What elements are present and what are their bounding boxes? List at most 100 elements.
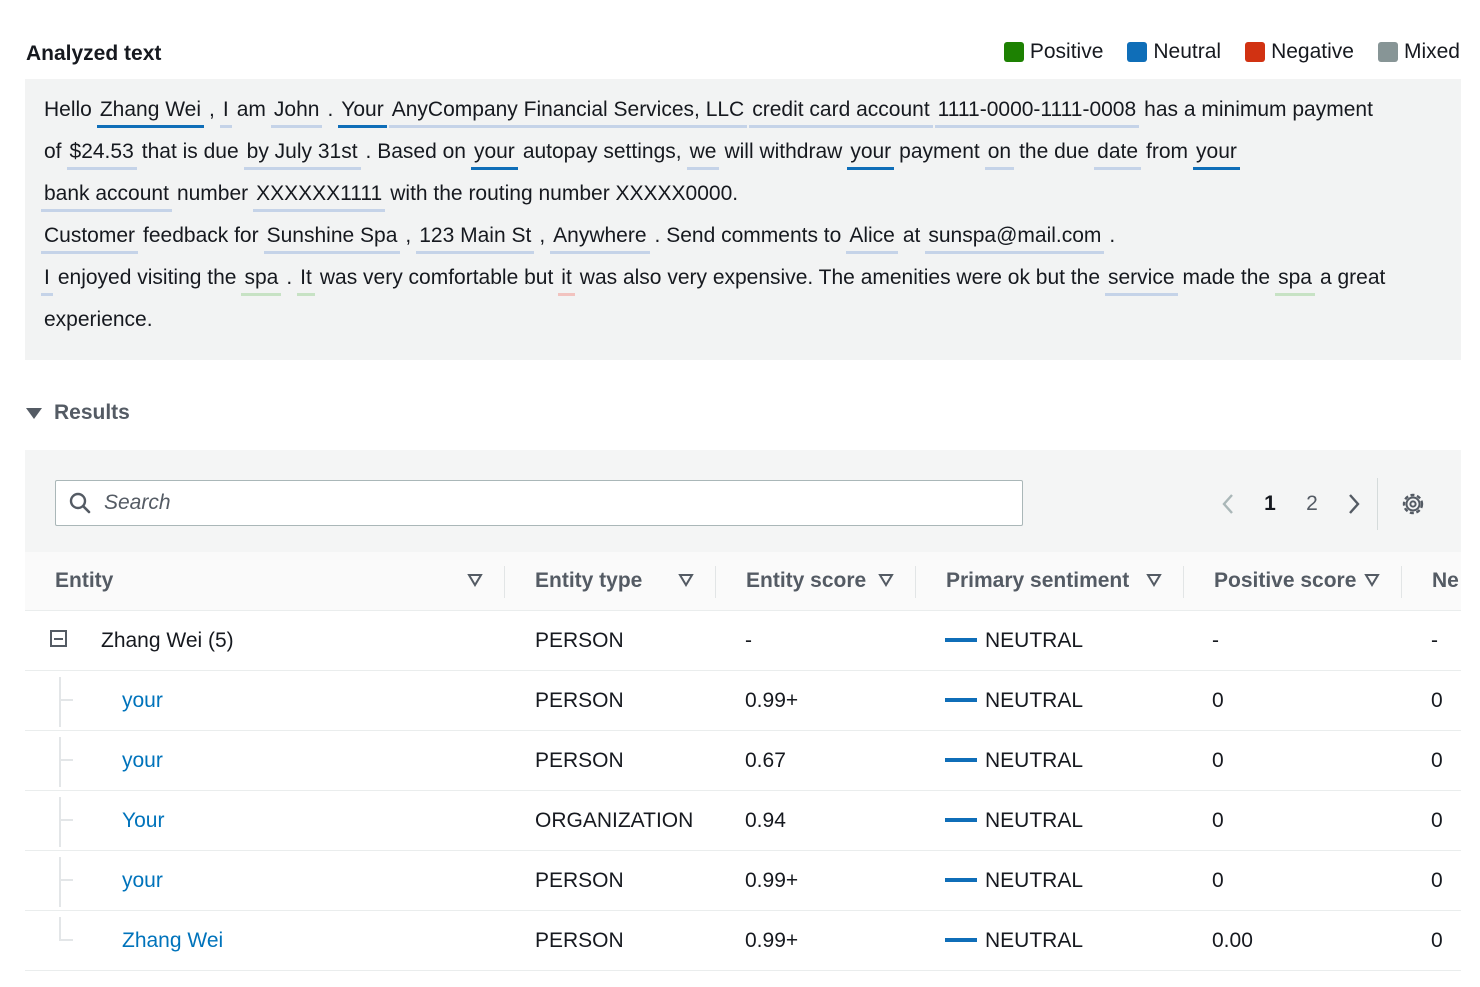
entity-score-cell: 0.99+	[745, 869, 799, 892]
column-divider[interactable]	[915, 566, 916, 598]
table-row-group[interactable]: Zhang Wei (5) PERSON - NEUTRAL - -	[25, 611, 1461, 671]
entity-link[interactable]: your	[122, 851, 163, 910]
positive-score-cell: 0	[1212, 749, 1224, 772]
entity-score-cell: 0.67	[745, 749, 786, 772]
text-span: payment	[899, 140, 980, 163]
entity-highlight[interactable]: John	[270, 95, 323, 128]
entity-highlight[interactable]: 1111-0000-1111-0008	[934, 95, 1140, 128]
column-header-negative-score[interactable]: Ne	[1432, 552, 1459, 610]
table-row[interactable]: your PERSON 0.67 NEUTRAL 0 0	[25, 731, 1461, 791]
search-box[interactable]	[55, 480, 1023, 526]
preferences-button[interactable]	[1393, 484, 1433, 524]
entity-highlight[interactable]: It	[297, 263, 315, 296]
legend-neutral-label: Neutral	[1153, 40, 1222, 63]
tree-line	[59, 939, 73, 941]
entity-highlight[interactable]: credit card account	[749, 95, 933, 128]
column-divider[interactable]	[504, 566, 505, 598]
sentiment-legend: Positive Neutral Negative Mixed	[980, 40, 1460, 64]
column-label: Entity	[55, 569, 114, 592]
column-label: Entity type	[535, 569, 643, 592]
entity-highlight[interactable]: 123 Main St	[416, 221, 535, 254]
legend-negative-label: Negative	[1271, 40, 1354, 63]
entity-highlight[interactable]: Your	[338, 95, 387, 128]
entity-highlight[interactable]: spa	[241, 263, 282, 296]
table-row[interactable]: Zhang Wei PERSON 0.99+ NEUTRAL 0.00 0	[25, 911, 1461, 971]
column-header-positive-score[interactable]: Positive score	[1214, 552, 1356, 610]
legend-neutral: Neutral	[1127, 40, 1221, 64]
sentiment-text: NEUTRAL	[985, 929, 1084, 952]
sort-icon[interactable]	[1364, 572, 1380, 588]
entity-highlight[interactable]: by July 31st	[243, 137, 361, 170]
negative-score-cell: 0	[1431, 809, 1443, 832]
negative-swatch	[1245, 42, 1266, 62]
column-divider[interactable]	[715, 566, 716, 598]
entity-highlight[interactable]: it	[558, 263, 575, 296]
column-header-entity-score[interactable]: Entity score	[746, 552, 866, 610]
search-input[interactable]	[102, 490, 966, 516]
neutral-sentiment-icon	[945, 938, 977, 943]
entity-score-cell: -	[745, 629, 752, 652]
primary-sentiment-cell: NEUTRAL	[945, 731, 1083, 790]
positive-score-cell: -	[1212, 629, 1219, 652]
text-span: experience.	[44, 308, 153, 331]
column-divider[interactable]	[1183, 566, 1184, 598]
prev-page-button[interactable]	[1207, 482, 1249, 526]
entity-highlight[interactable]: service	[1105, 263, 1178, 296]
sort-icon[interactable]	[1146, 572, 1162, 588]
text-span: that is due	[141, 140, 239, 163]
entity-highlight[interactable]: your	[1193, 137, 1240, 170]
table-row[interactable]: your PERSON 0.99+ NEUTRAL 0 0	[25, 671, 1461, 731]
next-page-button[interactable]	[1333, 482, 1375, 526]
entity-highlight[interactable]: sunspa@mail.com	[925, 221, 1105, 254]
entity-highlight[interactable]: we	[686, 137, 720, 170]
column-header-primary-sentiment[interactable]: Primary sentiment	[946, 552, 1129, 610]
analyzed-text-line: bank account number XXXXXX1111 with the rou…	[40, 173, 1446, 215]
page-2-button[interactable]: 2	[1291, 492, 1333, 516]
results-label: Results	[54, 401, 130, 424]
results-toggle[interactable]: Results	[26, 401, 130, 425]
entity-highlight[interactable]: I	[219, 95, 232, 128]
entity-highlight[interactable]: Customer	[41, 221, 139, 254]
tree-line	[59, 759, 73, 761]
column-header-entity-type[interactable]: Entity type	[535, 552, 642, 610]
legend-mixed-label: Mixed	[1403, 40, 1460, 63]
entity-link[interactable]: your	[122, 731, 163, 790]
text-span: am	[236, 98, 266, 121]
sort-icon[interactable]	[878, 572, 894, 588]
collapse-icon[interactable]	[50, 630, 67, 647]
page-1-button[interactable]: 1	[1249, 492, 1291, 516]
text-span: with the routing number XXXXX0000.	[390, 182, 739, 205]
table-row[interactable]: your PERSON 0.99+ NEUTRAL 0 0	[25, 851, 1461, 911]
entity-highlight[interactable]: on	[984, 137, 1015, 170]
entity-link[interactable]: Your	[122, 791, 164, 850]
entity-highlight[interactable]: Zhang Wei	[96, 95, 205, 128]
column-header-entity[interactable]: Entity	[55, 552, 113, 610]
entity-highlight[interactable]: $24.53	[66, 137, 137, 170]
chevron-right-icon	[1349, 494, 1360, 514]
tree-line	[59, 699, 73, 701]
entity-link[interactable]: your	[122, 671, 163, 730]
neutral-sentiment-icon	[945, 878, 977, 883]
entity-highlight[interactable]: Sunshine Spa	[263, 221, 401, 254]
entity-highlight[interactable]: I	[41, 263, 53, 296]
entity-type-cell: PERSON	[535, 869, 624, 892]
text-span: .	[286, 266, 293, 289]
neutral-sentiment-icon	[945, 818, 977, 823]
mixed-swatch	[1377, 42, 1398, 62]
text-span: ,	[405, 224, 412, 247]
entity-highlight[interactable]: Anywhere	[550, 221, 650, 254]
sort-icon[interactable]	[467, 572, 483, 588]
entity-link[interactable]: Zhang Wei	[122, 911, 223, 970]
entity-highlight[interactable]: Alice	[846, 221, 898, 254]
entity-highlight[interactable]: XXXXXX1111	[253, 179, 386, 212]
entity-highlight[interactable]: date	[1094, 137, 1142, 170]
entity-highlight[interactable]: your	[847, 137, 895, 170]
entity-highlight[interactable]: AnyCompany Financial Services, LLC	[388, 95, 748, 128]
sort-icon[interactable]	[678, 572, 694, 588]
table-row[interactable]: Your ORGANIZATION 0.94 NEUTRAL 0 0	[25, 791, 1461, 851]
entity-highlight[interactable]: spa	[1275, 263, 1315, 296]
primary-sentiment-cell: NEUTRAL	[945, 791, 1083, 850]
column-divider[interactable]	[1401, 566, 1402, 598]
entity-highlight[interactable]: your	[470, 137, 518, 170]
entity-highlight[interactable]: bank account	[41, 179, 172, 212]
